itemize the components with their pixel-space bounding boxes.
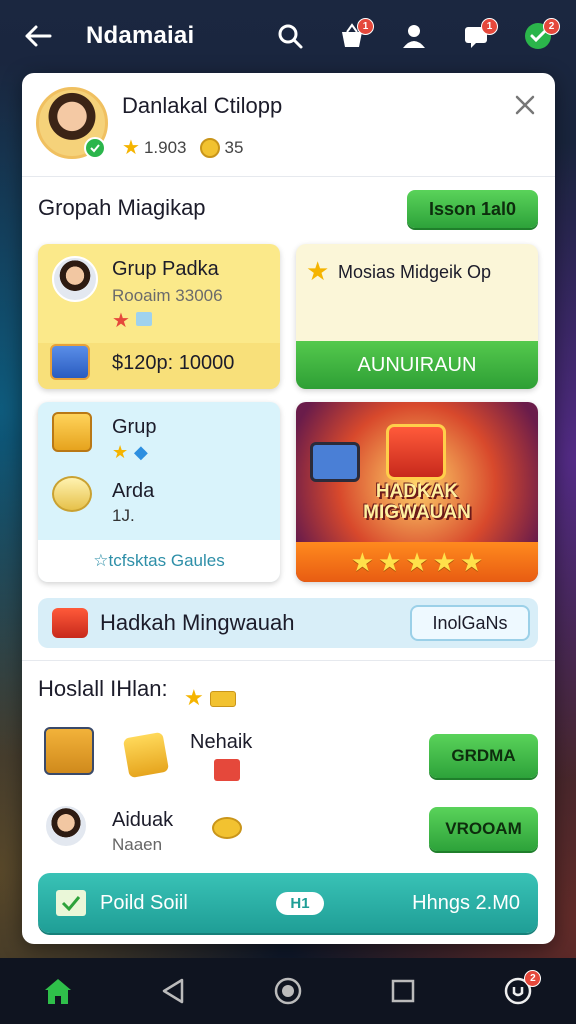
coins-value: 35 [224, 137, 244, 157]
game-title-line1: HADKAK [375, 481, 459, 502]
app-title: Ndamaiai [86, 22, 195, 49]
promo-banner[interactable]: Hadkah Mingwauah InolGaNs [38, 598, 538, 648]
rating-star-icon: ★ [350, 546, 375, 577]
row-subtitle: Naaen [112, 835, 163, 854]
rating-star-icon: ★ [432, 546, 456, 577]
stars-value: 1.903 [143, 137, 187, 157]
game-title-line2: MIGWAUAN [363, 501, 471, 523]
box-icon [122, 731, 170, 779]
group-subtitle: Rooaim 33006 [112, 286, 223, 305]
notification-badge: 1 [357, 18, 374, 35]
cta-left-label: Poild Soiil [100, 891, 188, 914]
shop-basket-icon[interactable]: 1 [332, 16, 374, 56]
profile-header: Danlakal Ctilopp ★ 1.903 35 [22, 73, 555, 177]
divider [22, 660, 555, 661]
main-card: Danlakal Ctilopp ★ 1.903 35 Gropah Miagi… [22, 73, 555, 944]
user-icon[interactable] [394, 16, 434, 56]
check-icon [56, 890, 86, 916]
search-icon[interactable] [270, 16, 310, 56]
recents-square-icon[interactable] [378, 966, 428, 1016]
rewards-footer-link[interactable]: ☆tcfsktas Gaules [38, 540, 280, 582]
trophy-icon [52, 412, 92, 452]
avatar [52, 256, 98, 302]
top-bar: Ndamaiai 1 1 2 [0, 0, 576, 72]
shield-badge: 2 [543, 18, 560, 35]
shield-check-icon[interactable]: 2 [518, 16, 560, 56]
game-tile[interactable]: HADKAK MIGWAUAN ★ ★ ★ ★ ★ [296, 402, 538, 582]
rating-star-icon: ★ [459, 546, 484, 577]
reward-item-2: Arda [112, 480, 155, 502]
chest-icon [52, 608, 88, 638]
avatar [44, 804, 88, 848]
ticket-icon [136, 312, 152, 326]
ticket-icon [210, 691, 236, 707]
gift-badge: 1 [481, 18, 498, 35]
reward-item-2-sub: 1J. [112, 506, 135, 525]
close-icon[interactable] [509, 89, 541, 121]
tv-icon [310, 442, 360, 482]
row-title: Nehaik [190, 731, 253, 753]
row-action-button[interactable]: VROOAM [429, 807, 538, 851]
profile-name: Danlakal Ctilopp [122, 93, 283, 118]
coins-stat: 35 [200, 137, 244, 158]
banner-text: Hadkah Mingwauah [100, 610, 295, 635]
back-arrow-icon[interactable] [18, 16, 58, 56]
red-box-icon [214, 759, 240, 781]
bottom-navigation: 2 [0, 958, 576, 1024]
groups-action-button[interactable]: Isson 1al0 [407, 190, 538, 228]
cart-icon [44, 727, 94, 775]
mission-title: Mosias Midgeik Op [338, 262, 492, 282]
row-title: Aiduak [112, 809, 174, 831]
rewards-tile[interactable]: Grup ★ ◆ Arda 1J. ☆tcfsktas Gaules [38, 402, 280, 582]
game-box-icon [386, 424, 446, 480]
star-icon: ★ [184, 685, 204, 710]
banner-button[interactable]: InolGaNs [410, 605, 530, 641]
key-icon [52, 476, 92, 512]
reward-item-1: Grup [112, 416, 157, 438]
verified-check-icon [84, 137, 106, 159]
cta-right-label: Hhngs 2.M0 [412, 891, 520, 914]
star-rating: ★ ★ ★ ★ ★ [296, 542, 538, 582]
profile-icon[interactable]: 2 [493, 966, 543, 1016]
profile-badge: 2 [524, 970, 542, 987]
group-tile[interactable]: Grup Padka Rooaim 33006 ★ $120p: 10000 [38, 244, 280, 389]
row-action-button[interactable]: GRDMA [429, 734, 538, 778]
gem-icon: ◆ [134, 442, 148, 462]
mission-tile[interactable]: ★ Mosias Midgeik Op AUNUIRAUN [296, 244, 538, 389]
chest-icon [50, 344, 90, 380]
star-badge-icon: ★ [112, 310, 130, 332]
section-heading-hot: Hoslall IHlan: [38, 676, 168, 701]
message-icon[interactable]: 1 [456, 16, 498, 56]
home-circle-icon[interactable] [263, 966, 313, 1016]
home-icon[interactable] [33, 966, 83, 1016]
game-title: HADKAK MIGWAUAN [296, 481, 538, 524]
star-icon: ★ [112, 442, 129, 462]
rating-star-icon: ★ [378, 546, 402, 577]
profile-stats: ★ 1.903 35 [122, 135, 243, 160]
back-triangle-icon[interactable] [148, 966, 198, 1016]
coin-icon [212, 817, 242, 839]
star-icon: ★ [306, 256, 330, 286]
cta-pill: H1 [276, 891, 324, 915]
mission-button[interactable]: AUNUIRAUN [296, 341, 538, 389]
coin-icon [200, 137, 221, 158]
group-title: Grup Padka [112, 258, 219, 280]
section-heading-groups: Gropah Miagikap [38, 195, 206, 220]
group-price: $120p: 10000 [112, 352, 235, 374]
stars-stat: ★ 1.903 [122, 135, 186, 160]
bottom-cta-button[interactable]: Poild Soiil H1 Hhngs 2.M0 [38, 873, 538, 933]
star-icon: ★ [122, 137, 140, 159]
rating-star-icon: ★ [405, 546, 429, 577]
